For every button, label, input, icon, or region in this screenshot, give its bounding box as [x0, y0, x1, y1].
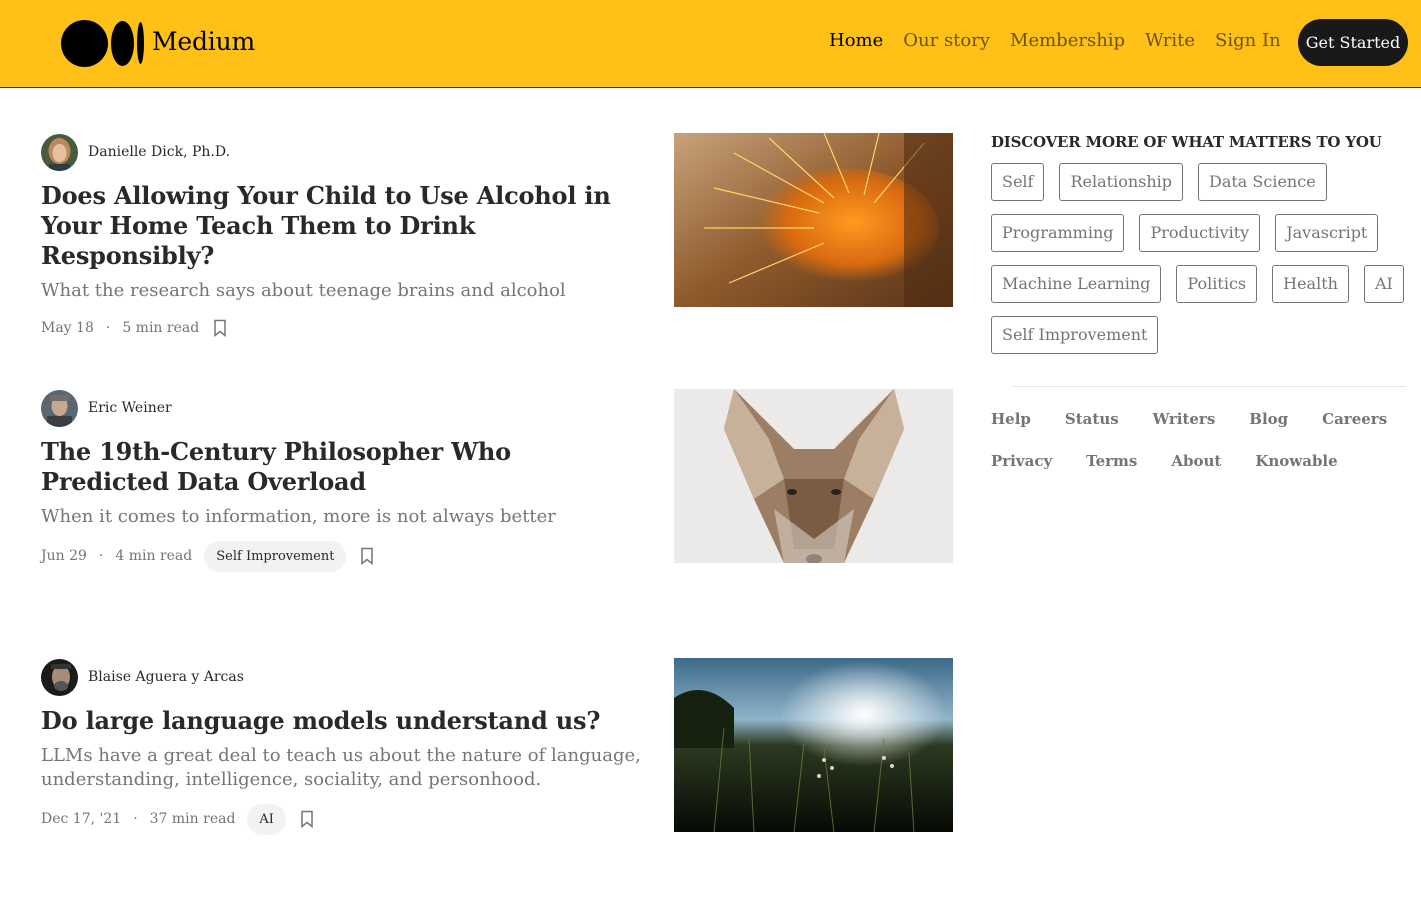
article-meta: Jun 29 · 4 min read Self Improvement: [41, 539, 641, 573]
read-time: 37 min read: [149, 811, 236, 827]
get-started-button[interactable]: Get Started: [1298, 19, 1408, 66]
author-name[interactable]: Eric Weiner: [88, 400, 172, 416]
article-title[interactable]: Do large language models understand us?: [41, 706, 641, 736]
author-avatar[interactable]: [41, 133, 78, 171]
article-thumbnail[interactable]: [674, 658, 953, 832]
footer-privacy[interactable]: Privacy: [991, 452, 1052, 470]
article-subtitle[interactable]: When it comes to information, more is no…: [41, 505, 641, 529]
bookmark-icon[interactable]: [300, 810, 314, 828]
footer-status[interactable]: Status: [1065, 410, 1119, 428]
publish-date: May 18: [41, 320, 94, 336]
publish-date: Dec 17, '21: [41, 811, 122, 827]
brand-name: Medium: [152, 26, 255, 56]
logo-oval-icon: [111, 20, 134, 66]
article-thumbnail[interactable]: [674, 389, 953, 563]
author-row: Danielle Dick, Ph.D.: [41, 133, 641, 171]
footer-links: Help Status Writers Blog Careers Privacy…: [991, 410, 1411, 470]
footer-terms[interactable]: Terms: [1086, 452, 1137, 470]
footer-careers[interactable]: Careers: [1322, 410, 1387, 428]
separator-dot: ·: [133, 811, 138, 827]
main-nav: Home Our story Membership Write Sign In: [829, 30, 1301, 51]
topic-health[interactable]: Health: [1272, 265, 1349, 303]
footer-writers[interactable]: Writers: [1153, 410, 1216, 428]
topic-machine-learning[interactable]: Machine Learning: [991, 265, 1162, 303]
footer-about[interactable]: About: [1171, 452, 1221, 470]
topic-data-science[interactable]: Data Science: [1198, 163, 1327, 201]
publish-date: Jun 29: [41, 548, 87, 564]
topic-tag[interactable]: Self Improvement: [204, 540, 347, 572]
top-navigation-bar: Medium Home Our story Membership Write S…: [0, 0, 1421, 88]
article-title[interactable]: The 19th-Century Philosopher Who Predict…: [41, 437, 641, 497]
topic-javascript[interactable]: Javascript: [1275, 214, 1379, 252]
author-row: Blaise Aguera y Arcas: [41, 658, 641, 696]
article-card[interactable]: Blaise Aguera y Arcas Do large language …: [41, 658, 641, 836]
separator-dot: ·: [105, 320, 111, 336]
footer-blog[interactable]: Blog: [1249, 410, 1288, 428]
author-name[interactable]: Danielle Dick, Ph.D.: [88, 144, 230, 160]
topic-ai[interactable]: AI: [1363, 265, 1404, 303]
topic-relationship[interactable]: Relationship: [1059, 163, 1183, 201]
discover-heading: DISCOVER MORE OF WHAT MATTERS TO YOU: [991, 133, 1382, 151]
topic-self[interactable]: Self: [991, 163, 1045, 201]
article-meta: May 18 · 5 min read: [41, 311, 641, 345]
bookmark-icon[interactable]: [360, 547, 374, 565]
article-meta: Dec 17, '21 · 37 min read AI: [41, 802, 641, 836]
read-time: 4 min read: [115, 548, 193, 564]
author-avatar[interactable]: [41, 658, 78, 696]
nav-membership[interactable]: Membership: [1010, 30, 1125, 51]
article-subtitle[interactable]: What the research says about teenage bra…: [41, 279, 641, 303]
topic-tag[interactable]: AI: [247, 803, 286, 835]
medium-logo[interactable]: Medium: [61, 19, 255, 67]
nav-our-story[interactable]: Our story: [903, 30, 990, 51]
author-name[interactable]: Blaise Aguera y Arcas: [88, 669, 244, 685]
article-subtitle[interactable]: LLMs have a great deal to teach us about…: [41, 744, 641, 792]
author-avatar[interactable]: [41, 389, 78, 427]
nav-home[interactable]: Home: [829, 30, 883, 51]
nav-write[interactable]: Write: [1145, 30, 1195, 51]
nav-sign-in[interactable]: Sign In: [1215, 30, 1281, 51]
footer-help[interactable]: Help: [991, 410, 1031, 428]
footer-knowable[interactable]: Knowable: [1255, 452, 1337, 470]
logo-circle-icon: [61, 19, 108, 67]
topic-productivity[interactable]: Productivity: [1139, 214, 1261, 252]
logo-bar-icon: [137, 22, 144, 64]
article-title[interactable]: Does Allowing Your Child to Use Alcohol …: [41, 181, 641, 271]
bookmark-icon[interactable]: [213, 319, 227, 337]
author-row: Eric Weiner: [41, 389, 641, 427]
article-card[interactable]: Danielle Dick, Ph.D. Does Allowing Your …: [41, 133, 641, 345]
read-time: 5 min read: [122, 320, 200, 336]
sidebar-divider: [1013, 386, 1406, 387]
topic-list: Self Relationship Data Science Programmi…: [991, 163, 1421, 354]
article-thumbnail[interactable]: [674, 133, 953, 307]
topic-politics[interactable]: Politics: [1176, 265, 1258, 303]
separator-dot: ·: [98, 548, 104, 564]
topic-programming[interactable]: Programming: [991, 214, 1125, 252]
article-card[interactable]: Eric Weiner The 19th-Century Philosopher…: [41, 389, 641, 573]
topic-self-improvement[interactable]: Self Improvement: [991, 316, 1159, 354]
